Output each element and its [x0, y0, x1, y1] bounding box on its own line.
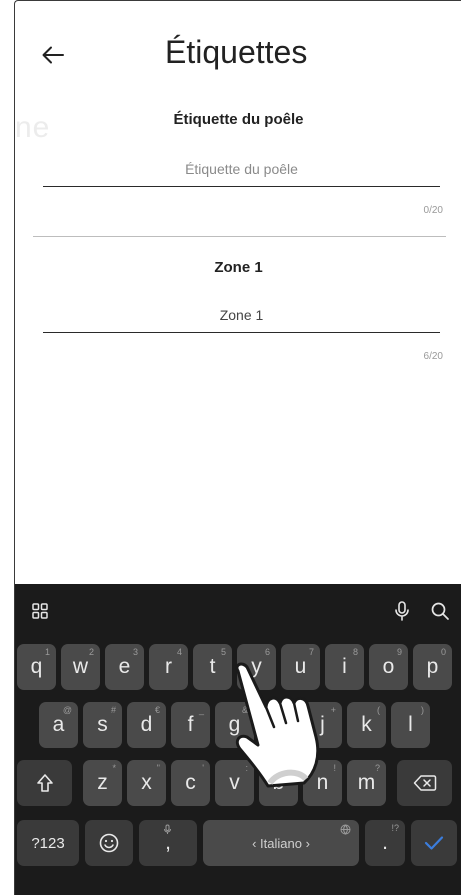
stove-label-title: Étiquette du poêle — [173, 111, 304, 128]
key-x[interactable]: " x — [127, 760, 166, 806]
search-icon[interactable] — [427, 598, 453, 624]
key-f[interactable]: _ f — [171, 702, 210, 748]
space-key[interactable]: ‹ Italiano › — [203, 820, 359, 866]
emoji-icon — [99, 833, 119, 853]
phone-screen: ne Étiquettes Étiquette du poêle 0/20 Zo… — [14, 0, 461, 895]
key-t[interactable]: 5t — [193, 644, 232, 690]
stove-label-input[interactable] — [43, 151, 440, 187]
emoji-key[interactable] — [85, 820, 133, 866]
mic-icon[interactable] — [389, 598, 415, 624]
zone1-input[interactable] — [43, 297, 440, 333]
key-z[interactable]: * z — [83, 760, 122, 806]
key-l[interactable]: ) l — [391, 702, 430, 748]
key-g[interactable]: & g — [215, 702, 254, 748]
stove-label-counter: 0/20 — [423, 205, 443, 216]
key-w[interactable]: 2w — [61, 644, 100, 690]
period-key[interactable]: !? . — [365, 820, 405, 866]
zone1-counter: 6/20 — [423, 351, 443, 362]
key-j[interactable]: + j — [303, 702, 342, 748]
backspace-icon — [413, 775, 436, 791]
key-y[interactable]: 6y — [237, 644, 276, 690]
shift-icon — [36, 774, 53, 792]
key-i[interactable]: 8i — [325, 644, 364, 690]
on-screen-keyboard: 1q 2w 3e 4r 5t 6y 7u 8i 9o 0p @ a # s € d _… — [15, 584, 461, 895]
page-title: Étiquettes — [165, 34, 308, 70]
key-m[interactable]: ? m — [347, 760, 386, 806]
arrow-left-icon — [42, 46, 64, 64]
key-a[interactable]: @ a — [39, 702, 78, 748]
key-h[interactable]: -h — [259, 702, 298, 748]
key-c[interactable]: ' c — [171, 760, 210, 806]
key-n[interactable]: ! n — [303, 760, 342, 806]
key-e[interactable]: 3e — [105, 644, 144, 690]
key-q[interactable]: 1q — [17, 644, 56, 690]
keyboard-toolbar — [15, 584, 461, 636]
key-r[interactable]: 4r — [149, 644, 188, 690]
app-header: Étiquettes — [15, 1, 461, 101]
key-p[interactable]: 0p — [413, 644, 452, 690]
section-divider — [33, 236, 446, 237]
key-d[interactable]: € d — [127, 702, 166, 748]
key-v[interactable]: :v — [215, 760, 254, 806]
mic-hint-icon — [164, 824, 171, 834]
shift-key[interactable] — [17, 760, 72, 806]
back-button[interactable] — [33, 35, 73, 75]
key-u[interactable]: 7u — [281, 644, 320, 690]
grid-icon[interactable] — [27, 598, 53, 624]
comma-key[interactable]: , — [139, 820, 197, 866]
check-icon — [424, 836, 444, 850]
zone1-label-title: Zone 1 — [214, 259, 263, 276]
key-s[interactable]: # s — [83, 702, 122, 748]
globe-icon — [340, 824, 351, 835]
key-o[interactable]: 9o — [369, 644, 408, 690]
numbers-key[interactable]: ?123 — [17, 820, 79, 866]
key-k[interactable]: (k — [347, 702, 386, 748]
key-b[interactable]: ; b — [259, 760, 298, 806]
enter-key[interactable] — [411, 820, 457, 866]
backspace-key[interactable] — [397, 760, 452, 806]
